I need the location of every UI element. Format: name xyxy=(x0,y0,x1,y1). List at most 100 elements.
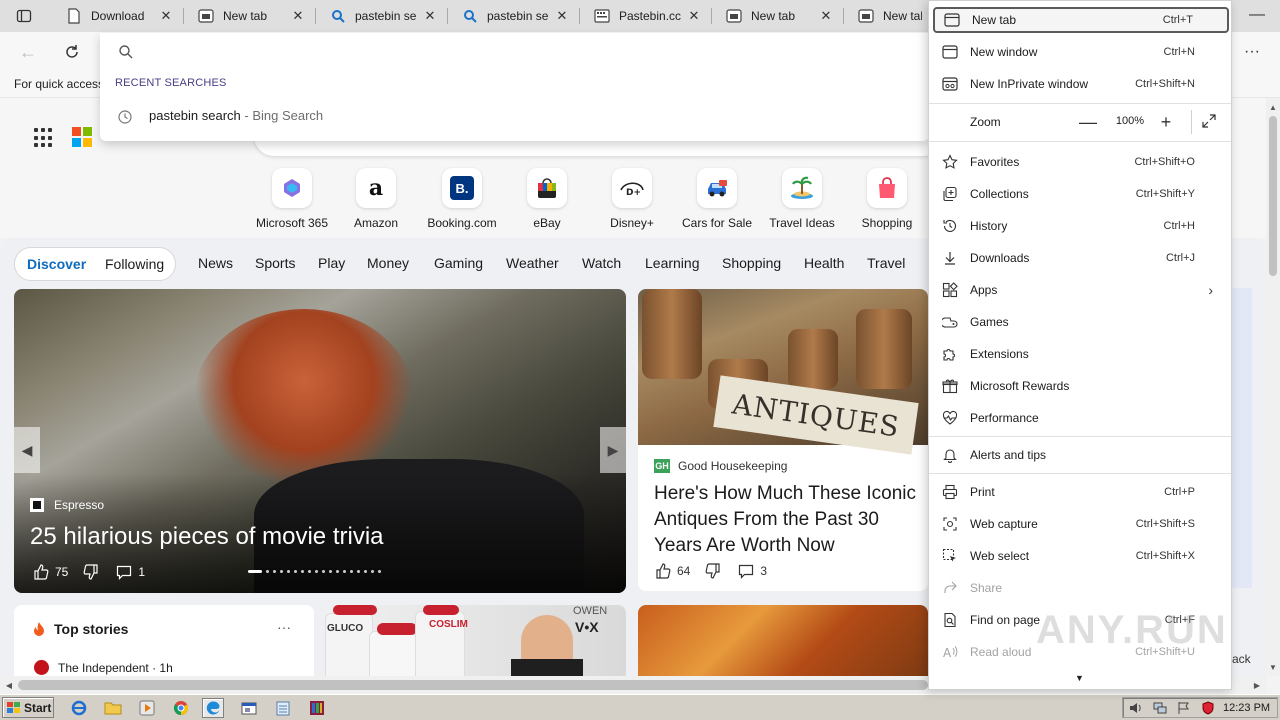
menu-item-games[interactable]: Games xyxy=(933,309,1229,335)
category-travel[interactable]: Travel xyxy=(867,255,905,271)
notepad-icon[interactable] xyxy=(272,698,294,718)
app-window-icon[interactable] xyxy=(238,698,260,718)
category-news[interactable]: News xyxy=(198,255,233,271)
app-launcher-icon[interactable] xyxy=(34,128,54,148)
quick-link-disney[interactable]: D+ Disney+ xyxy=(590,168,674,230)
edge-icon[interactable] xyxy=(202,698,224,718)
menu-item-performance[interactable]: Performance xyxy=(933,405,1229,431)
category-play[interactable]: Play xyxy=(318,255,345,271)
tab-close-icon[interactable]: ✕ xyxy=(422,8,438,24)
carousel-prev-icon[interactable]: ◀ xyxy=(14,427,40,473)
tab-close-icon[interactable]: ✕ xyxy=(818,8,834,24)
menu-item-apps[interactable]: Apps › xyxy=(933,277,1229,303)
menu-item-new-tab[interactable]: New tab Ctrl+T xyxy=(933,7,1229,33)
volume-icon[interactable] xyxy=(1129,701,1143,715)
category-sports[interactable]: Sports xyxy=(255,255,295,271)
menu-item-favorites[interactable]: Favorites Ctrl+Shift+O xyxy=(933,149,1229,175)
menu-item-microsoft-rewards[interactable]: Microsoft Rewards xyxy=(933,373,1229,399)
network-icon[interactable] xyxy=(1153,701,1167,715)
autumn-story-card[interactable] xyxy=(638,605,928,678)
quick-link-amazon[interactable]: a Amazon xyxy=(334,168,418,230)
recent-search-item[interactable]: pastebin search - Bing Search xyxy=(100,103,929,129)
refresh-icon[interactable] xyxy=(58,38,86,66)
category-weather[interactable]: Weather xyxy=(506,255,559,271)
menu-item-web-capture[interactable]: Web capture Ctrl+Shift+S xyxy=(933,511,1229,537)
menu-item-new-window[interactable]: New window Ctrl+N xyxy=(933,39,1229,65)
tab-new-tab-1[interactable]: New tab ✕ xyxy=(190,4,314,28)
dislike-icon[interactable] xyxy=(82,563,100,581)
scroll-right-icon[interactable]: ▶ xyxy=(1250,678,1264,692)
quick-link-ebay[interactable]: eBay xyxy=(505,168,589,230)
quick-link-cars-for-sale[interactable]: Cars for Sale xyxy=(675,168,759,230)
scroll-left-icon[interactable]: ◀ xyxy=(2,678,16,692)
tab-close-icon[interactable]: ✕ xyxy=(686,8,702,24)
scroll-up-icon[interactable]: ▲ xyxy=(1266,100,1280,114)
start-button[interactable]: Start xyxy=(2,697,54,718)
quick-link-travel-ideas[interactable]: Travel Ideas xyxy=(760,168,844,230)
zoom-in-button[interactable]: + xyxy=(1155,111,1177,133)
tab-pastebin-cc[interactable]: Pastebin.cc ✕ xyxy=(586,4,710,28)
publisher-name[interactable]: The Independent · 1h xyxy=(58,661,173,675)
back-arrow-icon[interactable]: ← xyxy=(14,38,42,66)
more-options-icon[interactable]: ··· xyxy=(277,619,291,635)
back-to-top-partial[interactable]: ack xyxy=(1232,652,1251,666)
tab-pastebin-search-1[interactable]: pastebin se ✕ xyxy=(322,4,446,28)
category-money[interactable]: Money xyxy=(367,255,409,271)
carousel-next-icon[interactable]: ▶ xyxy=(600,427,626,473)
menu-item-web-select[interactable]: Web select Ctrl+Shift+X xyxy=(933,543,1229,569)
tab-new-tab-2[interactable]: New tab ✕ xyxy=(718,4,842,28)
quick-link-microsoft-365[interactable]: Microsoft 365 xyxy=(250,168,334,230)
category-shopping[interactable]: Shopping xyxy=(722,255,781,271)
menu-scroll-down-icon[interactable]: ▼ xyxy=(1075,673,1084,683)
like-icon[interactable] xyxy=(654,562,672,580)
chrome-icon[interactable] xyxy=(170,698,192,718)
comment-icon[interactable] xyxy=(737,562,755,580)
featured-story-card[interactable]: ◀ ▶ Espresso 25 hilarious pieces of movi… xyxy=(14,289,626,593)
category-gaming[interactable]: Gaming xyxy=(434,255,483,271)
like-icon[interactable] xyxy=(32,563,50,581)
story-source: Espresso xyxy=(30,498,104,512)
antiques-story-card[interactable]: ANTIQUES GH Good Housekeeping Here's How… xyxy=(638,289,928,591)
fullscreen-icon[interactable] xyxy=(1201,113,1219,131)
winrar-icon[interactable] xyxy=(306,698,328,718)
shield-icon[interactable] xyxy=(1201,701,1215,715)
security-flag-icon[interactable] xyxy=(1177,701,1191,715)
media-player-icon[interactable] xyxy=(136,698,158,718)
category-health[interactable]: Health xyxy=(804,255,844,271)
settings-more-icon[interactable]: ··· xyxy=(1238,38,1266,66)
menu-item-extensions[interactable]: Extensions xyxy=(933,341,1229,367)
tab-pastebin-search-2[interactable]: pastebin se ✕ xyxy=(454,4,578,28)
tab-close-icon[interactable]: ✕ xyxy=(554,8,570,24)
quick-link-shopping[interactable]: Shopping xyxy=(845,168,929,230)
menu-item-print[interactable]: Print Ctrl+P xyxy=(933,479,1229,505)
tab-discover[interactable]: Discover xyxy=(27,256,86,272)
tab-close-icon[interactable]: ✕ xyxy=(290,8,306,24)
tab-following[interactable]: Following xyxy=(105,256,164,272)
folder-icon[interactable] xyxy=(102,698,124,718)
menu-item-new-inprivate-window[interactable]: New InPrivate window Ctrl+Shift+N xyxy=(933,71,1229,97)
category-watch[interactable]: Watch xyxy=(582,255,621,271)
menu-item-downloads[interactable]: Downloads Ctrl+J xyxy=(933,245,1229,271)
scrollbar-thumb[interactable] xyxy=(18,680,928,690)
dislike-icon[interactable] xyxy=(704,562,722,580)
zoom-out-button[interactable]: — xyxy=(1077,111,1099,133)
tab-actions-icon[interactable] xyxy=(8,5,40,27)
quick-link-booking[interactable]: B. Booking.com xyxy=(420,168,504,230)
story-headline[interactable]: Here's How Much These Iconic Antiques Fr… xyxy=(654,481,926,559)
story-headline[interactable]: 25 hilarious pieces of movie trivia xyxy=(30,523,384,551)
scrollbar-thumb[interactable] xyxy=(1269,116,1277,276)
comment-icon[interactable] xyxy=(115,563,133,581)
tab-new-tab-3[interactable]: New tab xyxy=(850,4,930,28)
minimize-icon[interactable]: — xyxy=(1240,2,1274,28)
category-learning[interactable]: Learning xyxy=(645,255,700,271)
menu-item-alerts-and-tips[interactable]: Alerts and tips xyxy=(933,442,1229,468)
menu-item-history[interactable]: History Ctrl+H xyxy=(933,213,1229,239)
palm-tree-icon xyxy=(782,168,822,208)
tab-close-icon[interactable]: ✕ xyxy=(158,8,174,24)
vertical-scrollbar[interactable]: ▲ ▼ xyxy=(1266,98,1280,676)
scroll-down-icon[interactable]: ▼ xyxy=(1266,660,1280,674)
sponsored-card[interactable]: GLUCO COSLIM OWEN V•X xyxy=(325,605,626,678)
ie-icon[interactable] xyxy=(68,698,90,718)
tab-download[interactable]: Download ✕ xyxy=(58,4,182,28)
menu-item-collections[interactable]: Collections Ctrl+Shift+Y xyxy=(933,181,1229,207)
